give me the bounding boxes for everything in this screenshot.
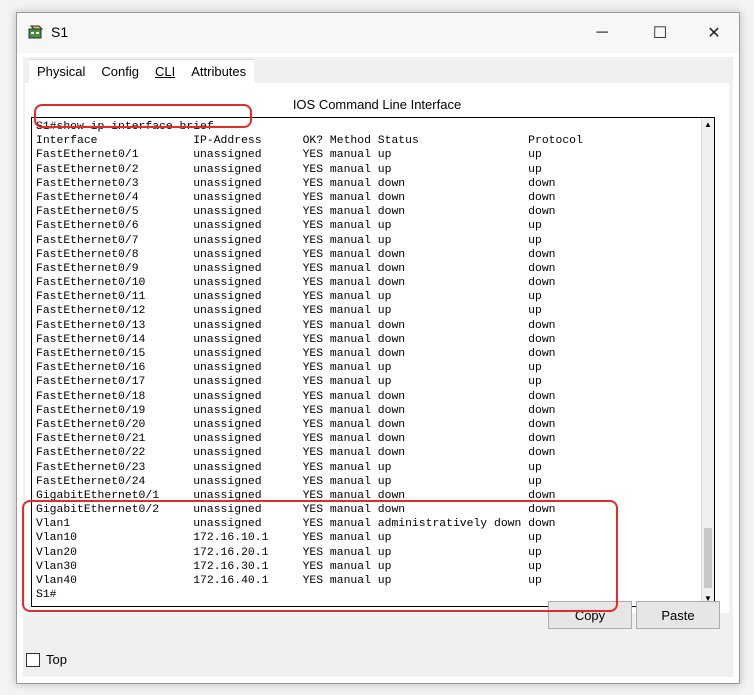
terminal-line: FastEthernet0/20 unassigned YES manual d… [36,418,556,431]
paste-button[interactable]: Paste [636,601,720,629]
terminal-line: FastEthernet0/2 unassigned YES manual up… [36,163,542,176]
tab-cli[interactable]: CLI [147,59,184,84]
terminal-line: FastEthernet0/14 unassigned YES manual d… [36,333,556,346]
terminal-line: FastEthernet0/5 unassigned YES manual do… [36,206,556,219]
vlan-highlight-box [22,500,618,612]
terminal-line: FastEthernet0/10 unassigned YES manual d… [36,277,556,290]
terminal-line: FastEthernet0/16 unassigned YES manual u… [36,362,542,375]
top-checkbox-label: Top [46,652,67,667]
maximize-button[interactable]: ☐ [637,13,683,53]
tab-config[interactable]: Config [93,59,147,84]
tab-attributes[interactable]: Attributes [183,59,255,84]
scroll-up-arrow-icon[interactable]: ▲ [702,120,714,130]
terminal-scrollbar[interactable]: ▲ ▼ [701,118,714,606]
window-title: S1 [51,24,69,40]
title-bar[interactable]: S1 ─ ☐ ✕ [17,13,739,53]
close-button[interactable]: ✕ [691,13,737,53]
tab-bar: Physical Config CLI Attributes [29,59,255,84]
terminal-line: FastEthernet0/11 unassigned YES manual u… [36,291,542,304]
minimize-button[interactable]: ─ [579,13,625,53]
top-checkbox[interactable] [26,653,40,667]
terminal-line: FastEthernet0/13 unassigned YES manual d… [36,319,556,332]
switch-device-icon [28,25,44,39]
terminal-line: FastEthernet0/1 unassigned YES manual up… [36,149,542,162]
terminal-line: FastEthernet0/3 unassigned YES manual do… [36,177,556,190]
terminal-line: FastEthernet0/19 unassigned YES manual d… [36,404,556,417]
command-highlight-box [34,104,252,128]
terminal-line: FastEthernet0/12 unassigned YES manual u… [36,305,542,318]
terminal-line: FastEthernet0/24 unassigned YES manual u… [36,475,542,488]
terminal-line: FastEthernet0/15 unassigned YES manual d… [36,348,556,360]
terminal-line: FastEthernet0/23 unassigned YES manual u… [36,461,542,474]
terminal-line: FastEthernet0/8 unassigned YES manual do… [36,248,556,261]
terminal-line: FastEthernet0/9 unassigned YES manual do… [36,262,556,275]
tab-physical[interactable]: Physical [29,59,94,84]
scrollbar-thumb[interactable] [704,528,712,588]
terminal-line: FastEthernet0/18 unassigned YES manual d… [36,390,556,403]
terminal-line: FastEthernet0/21 unassigned YES manual d… [36,433,556,446]
terminal-line: FastEthernet0/7 unassigned YES manual up… [36,234,542,247]
terminal-line: FastEthernet0/6 unassigned YES manual up… [36,220,542,233]
terminal-line: FastEthernet0/22 unassigned YES manual d… [36,447,556,460]
terminal-line: Interface IP-Address OK? Method Status P… [36,135,583,148]
terminal-line: FastEthernet0/4 unassigned YES manual do… [36,191,556,204]
terminal-line: FastEthernet0/17 unassigned YES manual u… [36,376,542,389]
